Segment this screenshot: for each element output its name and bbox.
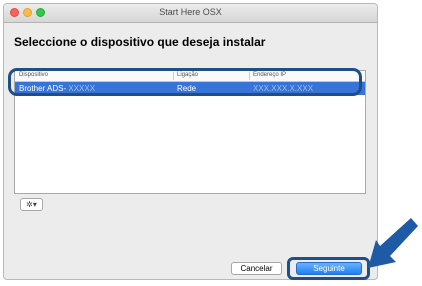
pointer-arrow-icon	[368, 218, 418, 268]
